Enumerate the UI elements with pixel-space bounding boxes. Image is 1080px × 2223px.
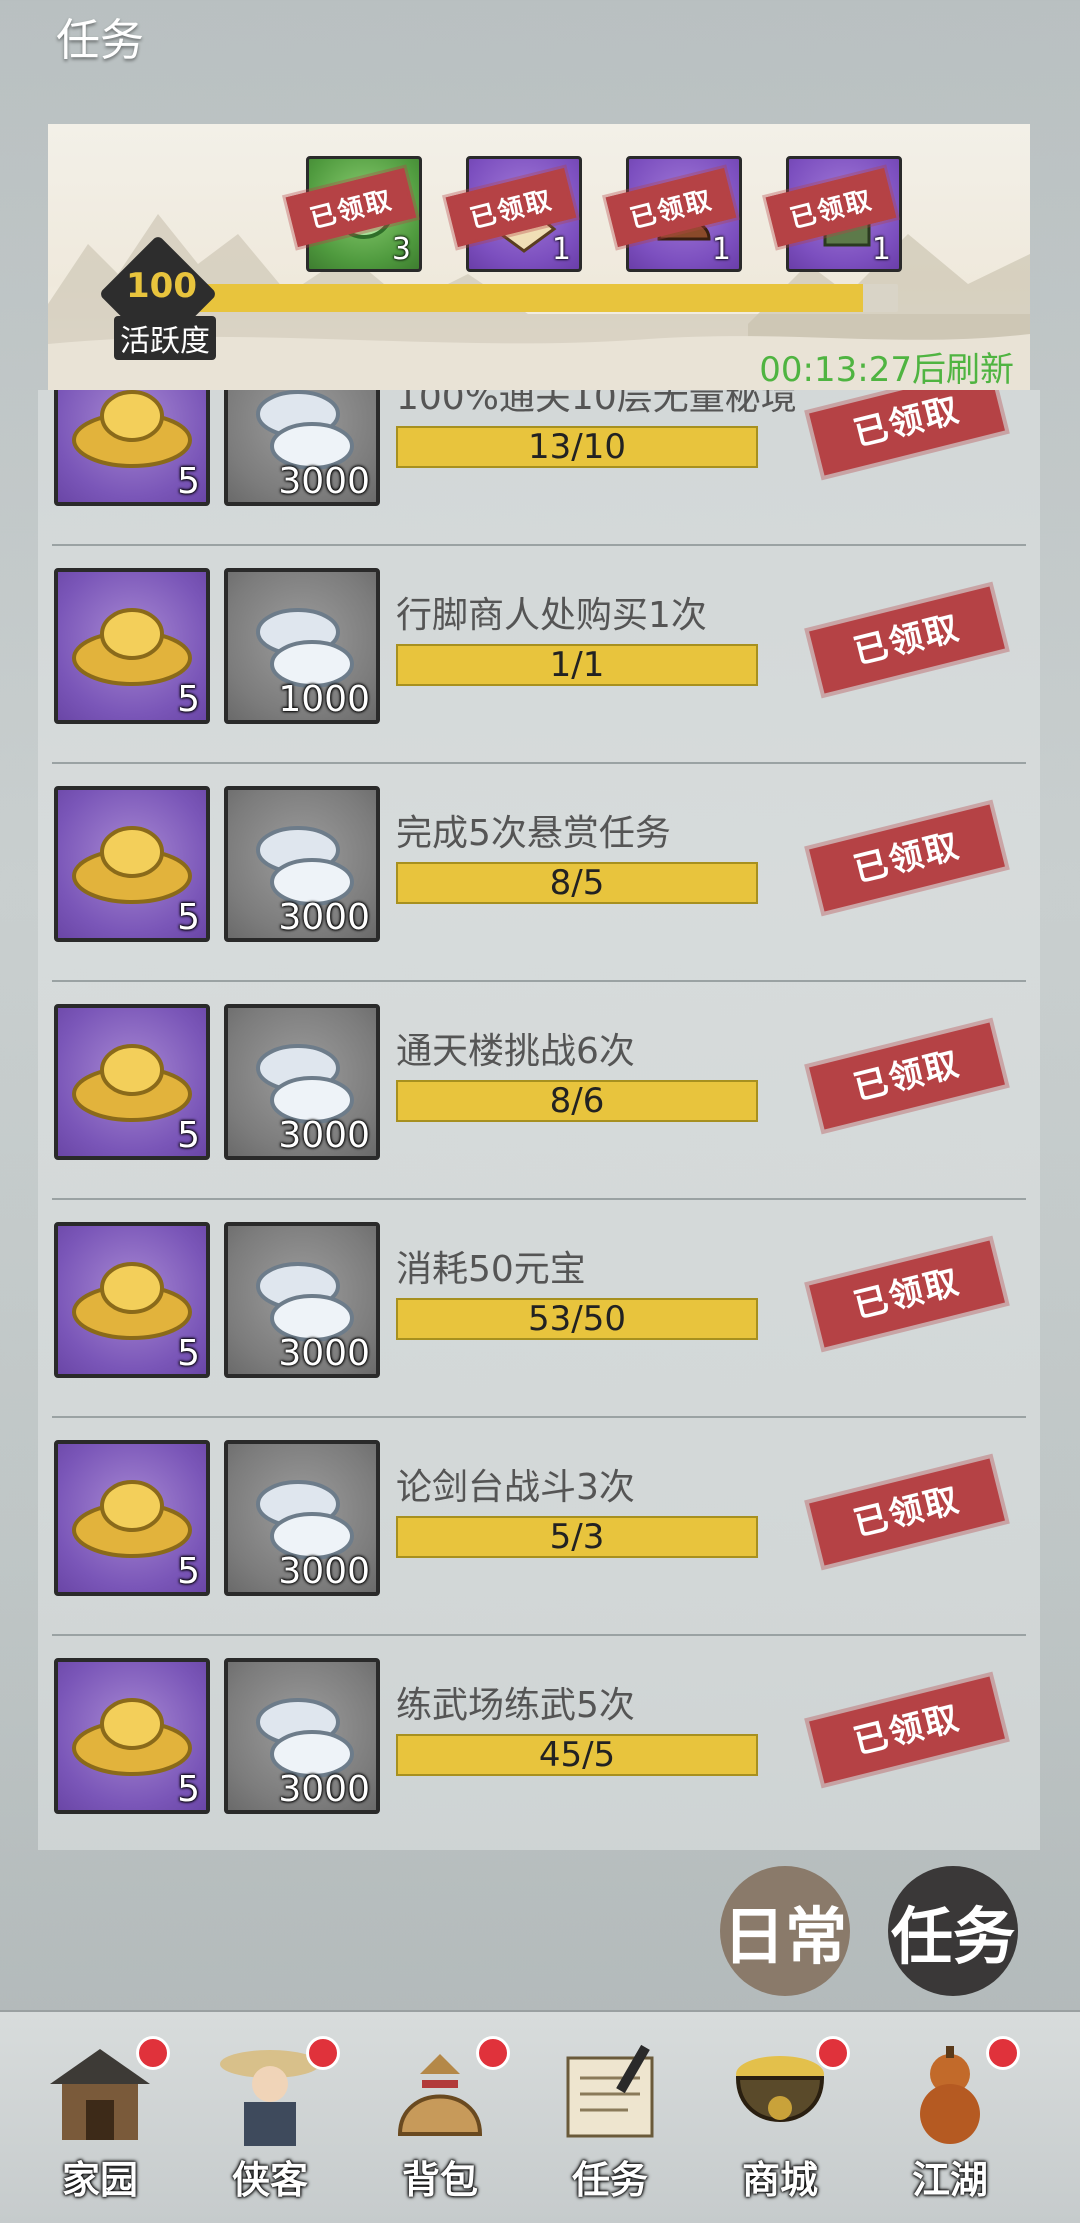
silver-ingot-reward[interactable]: 3000: [224, 1658, 380, 1814]
task-progress-bar: 8/6: [396, 1080, 758, 1122]
gold-ingot-reward[interactable]: 5: [54, 1222, 210, 1378]
claimed-stamp: 已领取: [809, 804, 1005, 912]
reward-count: 1: [551, 232, 571, 267]
scroll-icon: [566, 2044, 654, 2138]
bottom-nav: 家园 侠客 背包 任务 商城 江湖: [0, 2010, 1080, 2223]
nav-item-world[interactable]: 江湖: [870, 2034, 1030, 2214]
claimed-stamp: 已领取: [809, 1240, 1005, 1348]
page-title: 任务: [56, 15, 144, 66]
task-name: 完成5次悬赏任务: [396, 813, 671, 854]
activity-progress-bar: [188, 284, 898, 312]
task-name: 行脚商人处购买1次: [396, 595, 707, 636]
claimed-stamp: 已领取: [809, 586, 1005, 694]
silver-ingot-reward[interactable]: 3000: [224, 1222, 380, 1378]
gold-ingot-reward[interactable]: 5: [54, 1658, 210, 1814]
nav-item-shop[interactable]: 商城: [700, 2034, 860, 2214]
claimed-stamp: 已领取: [809, 1022, 1005, 1130]
notification-dot: [986, 2036, 1020, 2070]
task-list[interactable]: 5 3000 100%通关10层无量秘境 13/10 已领取 5 1000 行脚…: [38, 390, 1040, 1850]
task-row: 5 1000 行脚商人处购买1次 1/1 已领取: [38, 546, 1040, 764]
silver-count: 3000: [278, 461, 370, 502]
silver-ingot-reward[interactable]: 3000: [224, 786, 380, 942]
reward-count: 1: [711, 232, 731, 267]
task-name: 论剑台战斗3次: [396, 1467, 635, 1508]
tab-task[interactable]: 任务: [888, 1866, 1018, 1996]
task-progress-bar: 45/5: [396, 1734, 758, 1776]
nav-item-home[interactable]: 家园: [20, 2034, 180, 2214]
task-row: 5 3000 100%通关10层无量秘境 13/10 已领取: [38, 390, 1040, 546]
task-name: 100%通关10层无量秘境: [396, 390, 797, 418]
task-progress-bar: 1/1: [396, 644, 758, 686]
silver-count: 1000: [278, 679, 370, 720]
notification-dot: [136, 2036, 170, 2070]
gold-ingot-reward[interactable]: 5: [54, 390, 210, 506]
notification-dot: [306, 2036, 340, 2070]
task-progress-text: 1/1: [549, 645, 605, 685]
activity-progress-fill: [188, 284, 863, 312]
task-row: 5 3000 练武场练武5次 45/5 已领取: [38, 1636, 1040, 1850]
claimed-stamp: 已领取: [809, 1458, 1005, 1566]
task-progress-bar: 13/10: [396, 426, 758, 468]
silver-count: 3000: [278, 1333, 370, 1374]
silver-ingot-reward[interactable]: 3000: [224, 1004, 380, 1160]
nav-item-heroes[interactable]: 侠客: [190, 2034, 350, 2214]
gold-count: 5: [177, 1551, 200, 1592]
silver-count: 3000: [278, 1551, 370, 1592]
gold-ingot-reward[interactable]: 5: [54, 786, 210, 942]
nav-label: 任务: [571, 2158, 648, 2202]
notification-dot: [476, 2036, 510, 2070]
task-row: 5 3000 论剑台战斗3次 5/3 已领取: [38, 1418, 1040, 1636]
task-progress-bar: 5/3: [396, 1516, 758, 1558]
silver-ingot-reward[interactable]: 1000: [224, 568, 380, 724]
tab-daily[interactable]: 日常: [720, 1866, 850, 1996]
task-progress-text: 8/5: [549, 863, 605, 903]
gold-count: 5: [177, 461, 200, 502]
silver-count: 3000: [278, 897, 370, 938]
reward-count: 1: [871, 232, 891, 267]
gold-count: 5: [177, 897, 200, 938]
task-name: 消耗50元宝: [396, 1249, 586, 1290]
gold-ingot-reward[interactable]: 5: [54, 1440, 210, 1596]
silver-count: 3000: [278, 1769, 370, 1810]
activity-panel: 3 已领取 1 已领取 1 已领取 1 已领取 100 活跃度 00:13:27…: [48, 124, 1030, 390]
task-progress-text: 5/3: [549, 1517, 605, 1557]
nav-label: 家园: [61, 2158, 138, 2202]
task-row: 5 3000 通天楼挑战6次 8/6 已领取: [38, 982, 1040, 1200]
claimed-stamp: 已领取: [809, 390, 1005, 476]
silver-ingot-reward[interactable]: 3000: [224, 390, 380, 506]
refresh-countdown: 00:13:27后刷新: [759, 350, 1014, 390]
task-progress-text: 53/50: [528, 1299, 626, 1339]
nav-label: 江湖: [911, 2158, 988, 2202]
reward-count: 3: [391, 232, 411, 267]
gold-ingot-reward[interactable]: 5: [54, 1004, 210, 1160]
task-progress-bar: 53/50: [396, 1298, 758, 1340]
nav-label: 商城: [741, 2158, 818, 2202]
gold-count: 5: [177, 1115, 200, 1156]
nav-item-bag[interactable]: 背包: [360, 2034, 520, 2214]
nav-item-tasks[interactable]: 任务: [530, 2034, 690, 2214]
silver-count: 3000: [278, 1115, 370, 1156]
task-row: 5 3000 消耗50元宝 53/50 已领取: [38, 1200, 1040, 1418]
activity-value: 100: [126, 266, 197, 306]
task-progress-bar: 8/5: [396, 862, 758, 904]
gold-count: 5: [177, 1333, 200, 1374]
activity-label: 活跃度: [114, 316, 216, 360]
gold-count: 5: [177, 679, 200, 720]
gold-ingot-reward[interactable]: 5: [54, 568, 210, 724]
task-name: 练武场练武5次: [396, 1685, 635, 1726]
gold-count: 5: [177, 1769, 200, 1810]
task-progress-text: 45/5: [538, 1735, 616, 1775]
task-name: 通天楼挑战6次: [396, 1031, 635, 1072]
nav-label: 侠客: [231, 2158, 308, 2202]
nav-label: 背包: [401, 2158, 478, 2202]
task-progress-text: 13/10: [528, 427, 626, 467]
silver-ingot-reward[interactable]: 3000: [224, 1440, 380, 1596]
notification-dot: [816, 2036, 850, 2070]
claimed-stamp: 已领取: [809, 1676, 1005, 1784]
task-row: 5 3000 完成5次悬赏任务 8/5 已领取: [38, 764, 1040, 982]
task-progress-text: 8/6: [549, 1081, 605, 1121]
